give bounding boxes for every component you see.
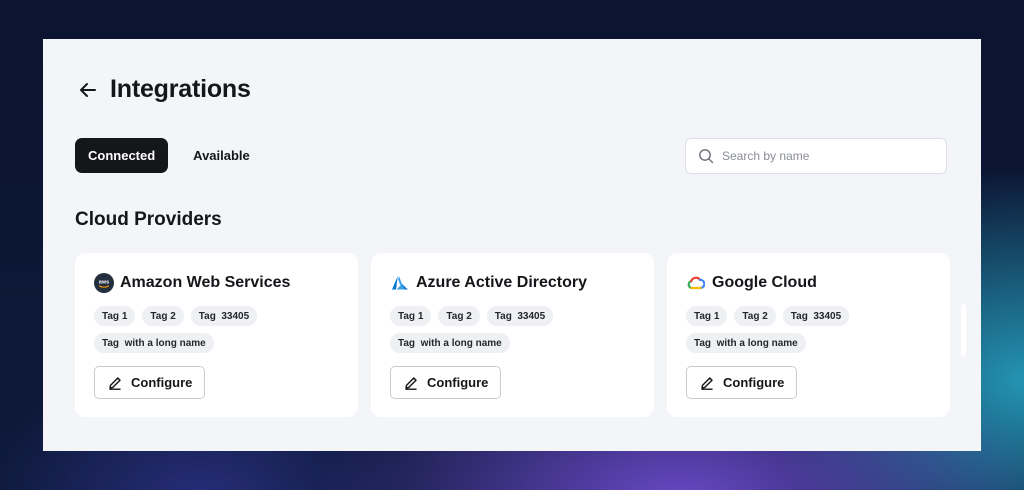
tag: Tag 33405 [782,306,850,326]
tab-connected[interactable]: Connected [75,138,169,173]
pencil-icon [109,376,121,390]
scrollbar[interactable] [961,304,966,356]
configure-label: Configure [723,375,785,390]
tag: Tag 33405 [190,306,258,326]
card-name: Azure Active Directory [416,274,588,291]
svg-text:aws: aws [99,280,109,286]
arrow-left-icon [80,82,96,97]
tag: Tag with a long name [390,333,510,353]
google-cloud-logo-icon [686,273,706,293]
integration-card-azure: Azure Active Directory Tag 1 Tag 2 Tag 3… [371,253,654,417]
tag-list: Tag 1 Tag 2 Tag 33405 Tag with a long na… [390,306,640,360]
search-box[interactable] [685,138,947,174]
tag: Tag with a long name [94,333,214,353]
page-title: Integrations [110,75,251,103]
tag: Tag 1 [686,306,728,326]
azure-logo-icon [390,273,410,293]
tag: Tag 1 [390,306,432,326]
tag: Tag 2 [142,306,184,326]
page-header: Integrations [76,75,251,104]
tab-available[interactable]: Available [180,138,263,173]
integration-card-google-cloud: Google Cloud Tag 1 Tag 2 Tag 33405 Tag w… [667,253,950,417]
search-icon [699,149,714,164]
integration-cards: aws Amazon Web Services Tag 1 Tag 2 Tag … [75,253,950,417]
configure-button[interactable]: Configure [94,366,206,399]
configure-label: Configure [131,375,193,390]
card-name: Amazon Web Services [120,274,291,291]
configure-label: Configure [427,375,489,390]
tag-list: Tag 1 Tag 2 Tag 33405 Tag with a long na… [686,306,936,360]
integrations-panel: Integrations Connected Available Cloud P… [43,39,981,451]
configure-button[interactable]: Configure [390,366,502,399]
integration-card-aws: aws Amazon Web Services Tag 1 Tag 2 Tag … [75,253,358,417]
tag: Tag 2 [438,306,480,326]
tag: Tag 33405 [486,306,554,326]
pencil-icon [405,376,417,390]
card-name: Google Cloud [712,274,817,291]
tab-bar: Connected Available [75,138,263,173]
tag: Tag with a long name [686,333,806,353]
pencil-icon [701,376,713,390]
configure-button[interactable]: Configure [686,366,798,399]
section-title: Cloud Providers [75,209,222,230]
tag-list: Tag 1 Tag 2 Tag 33405 Tag with a long na… [94,306,344,360]
search-input[interactable] [720,148,934,164]
aws-logo-icon: aws [94,273,114,293]
back-button[interactable] [76,78,100,102]
tag: Tag 1 [94,306,136,326]
tag: Tag 2 [734,306,776,326]
